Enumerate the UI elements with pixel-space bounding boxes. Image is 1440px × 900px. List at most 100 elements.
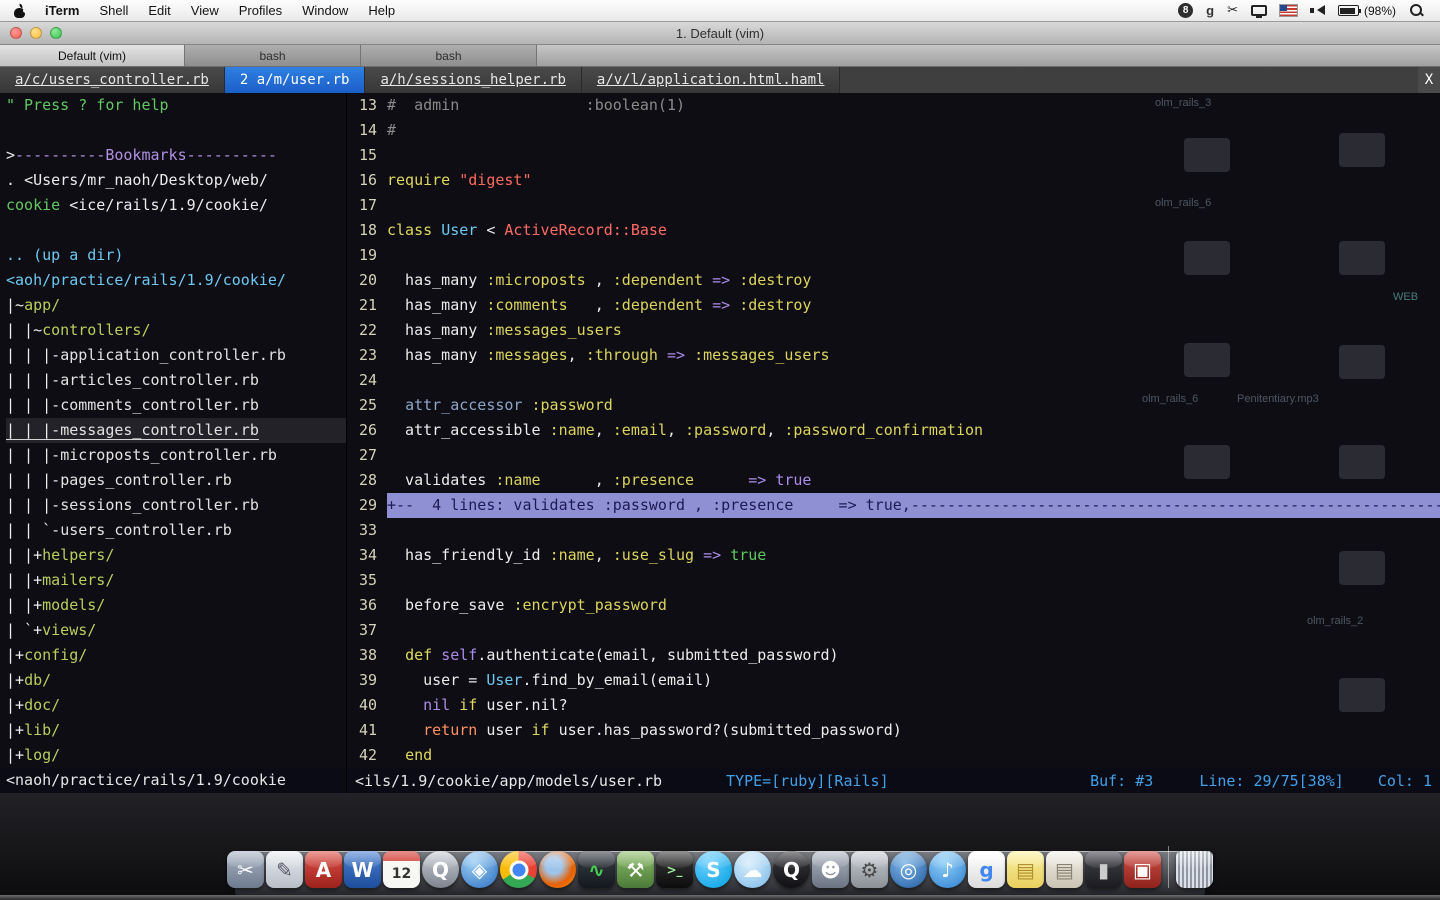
dock-itunes-icon[interactable]: ♪ <box>929 851 966 888</box>
vim-tab-close-button[interactable]: X <box>1418 67 1440 93</box>
dock-calendar-icon[interactable]: 12 <box>383 851 420 888</box>
editor-line[interactable]: 33 <box>347 518 1440 543</box>
apple-menu-icon[interactable] <box>14 4 27 18</box>
nerdtree-row[interactable]: | | |-microposts_controller.rb <box>6 443 346 468</box>
menu-help[interactable]: Help <box>358 0 405 22</box>
dock-build-tool-icon[interactable]: ⚒ <box>617 851 654 888</box>
term-tab-bash[interactable]: bash <box>361 45 537 66</box>
nerdtree-row[interactable]: >----------Bookmarks---------- <box>6 143 346 168</box>
vim-tab[interactable]: a/h/sessions_helper.rb <box>365 67 581 93</box>
editor-line[interactable]: 26 attr_accessible :name, :email, :passw… <box>347 418 1440 443</box>
close-window-button[interactable] <box>10 27 22 39</box>
editor-line[interactable]: 34 has_friendly_id :name, :use_slug => t… <box>347 543 1440 568</box>
window-titlebar[interactable]: 1. Default (vim) <box>0 22 1440 45</box>
nerdtree-row[interactable]: | | `-users_controller.rb <box>6 518 346 543</box>
nerdtree-row[interactable]: | |~controllers/ <box>6 318 346 343</box>
editor-line[interactable]: 16require "digest" <box>347 168 1440 193</box>
dock-google-icon[interactable]: g <box>968 851 1005 888</box>
nerdtree-row[interactable]: cookie <ice/rails/1.9/cookie/ <box>6 193 346 218</box>
dock-adobe-reader-icon[interactable]: A <box>305 851 342 888</box>
menu-window[interactable]: Window <box>292 0 358 22</box>
volume-icon[interactable] <box>1310 0 1325 22</box>
input-source-flag-icon[interactable] <box>1280 0 1297 22</box>
vim-tab[interactable]: 2 a/m/user.rb <box>225 67 366 93</box>
menu-extra-g-icon[interactable]: g <box>1206 0 1214 22</box>
dock-skype-icon[interactable]: S <box>695 851 732 888</box>
dock-editor-icon[interactable]: ✎ <box>266 851 303 888</box>
editor-line[interactable]: 38 def self.authenticate(email, submitte… <box>347 643 1440 668</box>
menu-edit[interactable]: Edit <box>138 0 180 22</box>
nerdtree-row[interactable] <box>6 118 346 143</box>
term-tab-bash[interactable]: bash <box>185 45 361 66</box>
editor-line[interactable]: 37 <box>347 618 1440 643</box>
editor-fold-line[interactable]: 29+-- 4 lines: validates :password , :pr… <box>347 493 1440 518</box>
nerdtree-pane[interactable]: " Press ? for help >----------Bookmarks--… <box>0 93 347 768</box>
nerdtree-row[interactable]: " Press ? for help <box>6 93 346 118</box>
nerdtree-row[interactable]: |+db/ <box>6 668 346 693</box>
dock-activity-monitor-icon[interactable]: ∿ <box>578 851 615 888</box>
dock-stickies-icon[interactable]: ▤ <box>1007 851 1044 888</box>
nerdtree-row[interactable]: | | |-sessions_controller.rb <box>6 493 346 518</box>
menu-profiles[interactable]: Profiles <box>229 0 292 22</box>
editor-line[interactable]: 42 end <box>347 743 1440 768</box>
dock-archive-icon[interactable]: ▣ <box>1124 851 1161 888</box>
editor-line[interactable]: 19 <box>347 243 1440 268</box>
dock-mascot-icon[interactable]: ☁ <box>734 851 771 888</box>
editor-line[interactable]: 22 has_many :messages_users <box>347 318 1440 343</box>
editor-line[interactable]: 28 validates :name , :presence => true <box>347 468 1440 493</box>
dock-trash-icon[interactable] <box>1176 851 1213 888</box>
dock-globe-browser-icon[interactable]: ◎ <box>890 851 927 888</box>
editor-line[interactable]: 21 has_many :comments , :dependent => :d… <box>347 293 1440 318</box>
term-tab-default-vim-[interactable]: Default (vim) <box>0 45 185 66</box>
minimize-window-button[interactable] <box>30 27 42 39</box>
vim-tab[interactable]: a/v/l/application.html.haml <box>582 67 841 93</box>
nerdtree-row[interactable]: . <Users/mr_naoh/Desktop/web/ <box>6 168 346 193</box>
nerdtree-row[interactable]: | `+views/ <box>6 618 346 643</box>
editor-line[interactable]: 17 <box>347 193 1440 218</box>
nerdtree-row[interactable]: .. (up a dir) <box>6 243 346 268</box>
nerdtree-row[interactable]: |~app/ <box>6 293 346 318</box>
editor-line[interactable]: 15 <box>347 143 1440 168</box>
editor-line[interactable]: 40 nil if user.nil? <box>347 693 1440 718</box>
dock-terminal-icon[interactable]: >_ <box>656 851 693 888</box>
nerdtree-row[interactable]: | | |-messages_controller.rb <box>6 418 346 443</box>
dock-media-icon[interactable]: ▮ <box>1085 851 1122 888</box>
menu-extra-8ball-icon[interactable]: 8 <box>1178 3 1193 18</box>
editor-line[interactable]: 13# admin :boolean(1) <box>347 93 1440 118</box>
editor-line[interactable]: 41 return user if user.has_password?(sub… <box>347 718 1440 743</box>
nerdtree-row[interactable]: |+config/ <box>6 643 346 668</box>
vim-tab[interactable]: a/c/users_controller.rb <box>0 67 225 93</box>
editor-line[interactable]: 18class User < ActiveRecord::Base <box>347 218 1440 243</box>
menu-view[interactable]: View <box>181 0 229 22</box>
nerdtree-row[interactable]: | |+helpers/ <box>6 543 346 568</box>
dock-qq-icon[interactable]: Q <box>773 851 810 888</box>
dock-quicktime-icon[interactable]: Q <box>422 851 459 888</box>
dock-word-icon[interactable]: W <box>344 851 381 888</box>
battery-indicator[interactable]: (98%) <box>1338 0 1396 22</box>
display-icon[interactable] <box>1251 0 1267 22</box>
editor-line[interactable]: 14# <box>347 118 1440 143</box>
editor-line[interactable]: 25 attr_accessor :password <box>347 393 1440 418</box>
editor-line[interactable]: 24 <box>347 368 1440 393</box>
spotlight-icon[interactable] <box>1409 0 1424 22</box>
nerdtree-row[interactable]: | |+mailers/ <box>6 568 346 593</box>
dock-grab-icon[interactable]: ✂ <box>227 851 264 888</box>
menu-iterm[interactable]: iTerm <box>35 0 89 22</box>
nerdtree-row[interactable]: | |+models/ <box>6 593 346 618</box>
editor-line[interactable]: 27 <box>347 443 1440 468</box>
dock-chrome-icon[interactable] <box>500 851 537 888</box>
dock-chat-icon[interactable]: ☻ <box>812 851 849 888</box>
dock-notes-icon[interactable]: ▤ <box>1046 851 1083 888</box>
editor-pane[interactable]: olm_rails_3 olm_rails_6 WEB olm_rails_6 … <box>347 93 1440 768</box>
dock-system-preferences-icon[interactable]: ⚙ <box>851 851 888 888</box>
nerdtree-row[interactable]: | | |-comments_controller.rb <box>6 393 346 418</box>
nerdtree-row[interactable] <box>6 218 346 243</box>
nerdtree-row[interactable]: | | |-articles_controller.rb <box>6 368 346 393</box>
editor-line[interactable]: 23 has_many :messages, :through => :mess… <box>347 343 1440 368</box>
editor-line[interactable]: 39 user = User.find_by_email(email) <box>347 668 1440 693</box>
nerdtree-row[interactable]: | | |-application_controller.rb <box>6 343 346 368</box>
zoom-window-button[interactable] <box>50 27 62 39</box>
editor-line[interactable]: 35 <box>347 568 1440 593</box>
editor-line[interactable]: 36 before_save :encrypt_password <box>347 593 1440 618</box>
nerdtree-row[interactable]: |+lib/ <box>6 718 346 743</box>
